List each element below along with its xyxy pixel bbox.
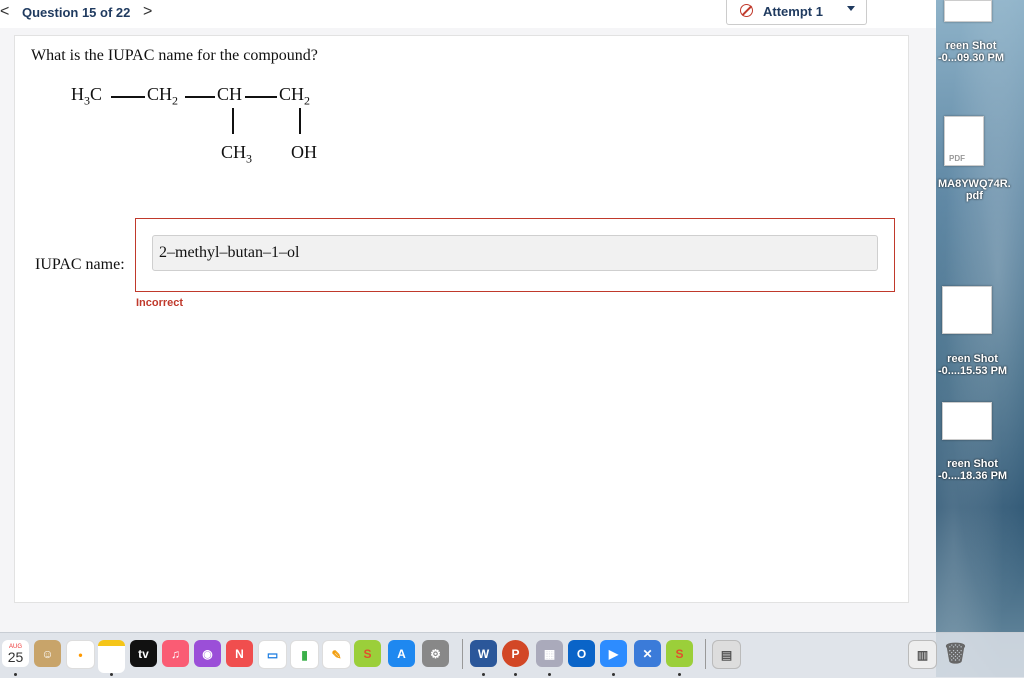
structure-atom-ch2: CH2 bbox=[147, 84, 179, 108]
structure-atom-ch3-left: H3C bbox=[71, 84, 103, 108]
reminders-icon[interactable]: • bbox=[66, 640, 95, 669]
structure-substituent-ch3: CH3 bbox=[221, 142, 253, 166]
structure-bond-vertical bbox=[299, 108, 301, 134]
next-question-chevron-icon[interactable]: > bbox=[143, 3, 152, 21]
system-preferences-icon[interactable]: ⚙ bbox=[422, 640, 449, 667]
desktop-background: reen Shot -0...09.30 PM PDF MA8YWQ74R. pdf… bbox=[936, 0, 1024, 677]
structure-bond-vertical bbox=[232, 108, 234, 134]
powerpoint-icon[interactable]: P bbox=[502, 640, 529, 667]
pearson2-icon[interactable]: S bbox=[666, 640, 693, 667]
question-navigation-bar: < Question 15 of 22 > Attempt 1 bbox=[0, 0, 936, 28]
chemical-structure: H3C CH2 CH CH2 CH3 OH bbox=[71, 84, 351, 174]
screenshot-thumbnail[interactable] bbox=[942, 402, 992, 440]
word-icon[interactable]: W bbox=[470, 640, 497, 667]
answer-container: 2–methyl–butan–1–ol bbox=[135, 218, 895, 292]
attempt-dropdown-button[interactable]: Attempt 1 bbox=[726, 0, 867, 25]
structure-bond bbox=[245, 96, 277, 98]
trash-icon[interactable]: 🗑 bbox=[942, 640, 969, 667]
question-card: What is the IUPAC name for the compound?… bbox=[14, 35, 909, 603]
pearson-icon[interactable]: S bbox=[354, 640, 381, 667]
music-icon[interactable]: ♫ bbox=[162, 640, 189, 667]
calendar-icon[interactable]: AUG 25 bbox=[2, 640, 29, 667]
pages-icon[interactable]: ✎ bbox=[322, 640, 351, 669]
screenshot-thumbnail[interactable] bbox=[942, 286, 992, 334]
incorrect-status: Incorrect bbox=[136, 297, 184, 309]
desktop-file-label[interactable]: MA8YWQ74R. pdf bbox=[938, 178, 1011, 202]
iupac-name-label: IUPAC name: bbox=[35, 256, 125, 273]
structure-atom-ch2-right: CH2 bbox=[279, 84, 311, 108]
news-icon[interactable]: N bbox=[226, 640, 253, 667]
dock-separator bbox=[462, 639, 463, 669]
structure-bond bbox=[111, 96, 145, 98]
structure-bond bbox=[185, 96, 215, 98]
attempt-label: Attempt 1 bbox=[763, 4, 823, 19]
running-indicator bbox=[14, 673, 17, 676]
outlook-icon[interactable]: O bbox=[568, 640, 595, 667]
running-indicator bbox=[612, 673, 615, 676]
structure-atom-ch: CH bbox=[217, 84, 243, 104]
screenshot-thumbnail[interactable] bbox=[944, 0, 992, 22]
structure-substituent-oh: OH bbox=[291, 142, 317, 162]
app-store-icon[interactable]: A bbox=[388, 640, 415, 667]
running-indicator bbox=[514, 673, 517, 676]
iupac-name-input[interactable]: 2–methyl–butan–1–ol bbox=[152, 235, 878, 271]
recent-folder-icon[interactable]: ▤ bbox=[712, 640, 741, 669]
podcasts-icon[interactable]: ◉ bbox=[194, 640, 221, 667]
app-window: < Question 15 of 22 > Attempt 1 What is … bbox=[0, 0, 936, 632]
numbers-icon[interactable]: ▮ bbox=[290, 640, 319, 669]
previous-question-chevron-icon[interactable]: < bbox=[0, 3, 9, 21]
running-indicator bbox=[110, 673, 113, 676]
notes-icon[interactable] bbox=[98, 640, 125, 673]
desktop-file-label[interactable]: reen Shot -0....18.36 PM bbox=[938, 458, 1007, 482]
incorrect-circle-slash-icon bbox=[740, 4, 753, 17]
running-indicator bbox=[678, 673, 681, 676]
running-indicator bbox=[548, 673, 551, 676]
dock-separator bbox=[705, 639, 706, 669]
question-prompt: What is the IUPAC name for the compound? bbox=[31, 47, 318, 64]
keynote-icon[interactable]: ▭ bbox=[258, 640, 287, 669]
question-counter[interactable]: Question 15 of 22 bbox=[22, 5, 130, 20]
dock: AUG 25 ☺ • tv ♫ ◉ N ▭ ▮ ✎ S A ⚙ W P ▦ O … bbox=[0, 632, 1024, 678]
running-indicator bbox=[482, 673, 485, 676]
desktop-file-label[interactable]: reen Shot -0....15.53 PM bbox=[938, 353, 1007, 377]
zoom-icon[interactable]: ▶ bbox=[600, 640, 627, 667]
apple-tv-icon[interactable]: tv bbox=[130, 640, 157, 667]
xcode-icon[interactable]: ✕ bbox=[634, 640, 661, 667]
pdf-file-icon[interactable]: PDF bbox=[944, 116, 984, 166]
downloads-icon[interactable]: ▥ bbox=[908, 640, 937, 669]
desktop-file-label[interactable]: reen Shot -0...09.30 PM bbox=[938, 40, 1004, 64]
contacts-icon[interactable]: ☺ bbox=[34, 640, 61, 667]
preview-icon[interactable]: ▦ bbox=[536, 640, 563, 667]
caret-down-icon bbox=[847, 6, 855, 11]
